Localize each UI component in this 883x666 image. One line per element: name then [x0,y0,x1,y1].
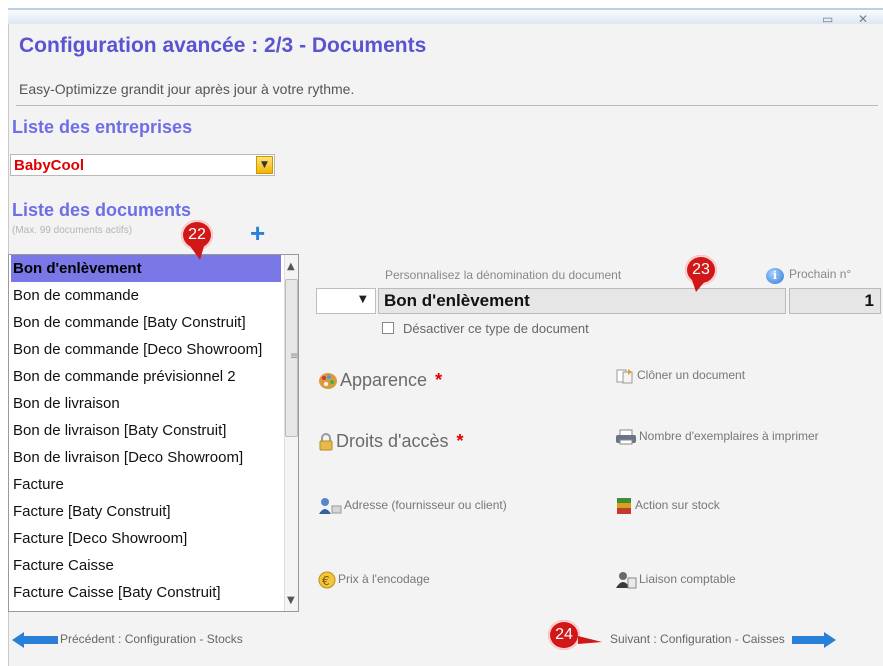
close-button[interactable]: ✕ [858,12,868,26]
clone-icon [616,369,633,384]
list-item[interactable]: Facture [Deco Showroom] [13,525,277,552]
list-item[interactable]: Facture Caisse [Baty Construit] [13,579,277,606]
document-type-select[interactable]: ▼ [316,288,376,314]
print-copies-label: Nombre d'exemplaires à imprimer [639,429,819,444]
callout-pointer [578,636,602,644]
chevron-down-icon[interactable]: ▼ [256,156,273,174]
add-document-button[interactable]: + [250,220,265,246]
price-encoding-option[interactable]: € Prix à l'encodage [318,571,430,589]
list-item[interactable]: Bon de livraison [13,390,277,417]
documents-max-note: (Max. 99 documents actifs) [12,225,133,236]
appearance-option[interactable]: Apparence * [318,370,442,391]
lock-icon [319,433,333,451]
clone-document-option[interactable]: Clôner un document [615,368,745,384]
scroll-down-icon[interactable]: ▼ [287,595,295,606]
list-item[interactable]: Bon de livraison [Baty Construit] [13,417,277,444]
minimize-button[interactable]: ▭ [822,12,833,26]
name-caption: Personnalisez la dénomination du documen… [385,268,622,282]
info-icon[interactable]: i [766,268,784,284]
companies-heading: Liste des entreprises [12,117,193,137]
next-number-caption: Prochain n° [789,267,852,281]
stock-action-label: Action sur stock [635,498,720,513]
chevron-down-icon[interactable]: ▼ [359,294,367,305]
stock-icon [617,498,631,514]
list-item[interactable]: Bon de commande prévisionnel 2 [13,363,277,390]
callout-pointer [692,280,706,292]
euro-icon: € [318,571,336,589]
address-label: Adresse (fournisseur ou client) [344,498,507,513]
appearance-label: Apparence [340,370,428,390]
deactivate-label: Désactiver ce type de document [403,321,589,336]
accountant-icon [616,572,637,589]
next-button[interactable]: Suivant : Configuration - Caisses [610,632,838,648]
previous-button[interactable]: Précédent : Configuration - Stocks [12,632,243,648]
arrow-left-icon [12,632,58,648]
contact-card-icon [319,498,342,514]
callout-pointer [190,246,204,260]
divider [16,105,878,106]
page-subtitle: Easy-Optimizze grandit jour après jour à… [19,81,355,97]
list-item[interactable]: Bon de commande [Baty Construit] [13,309,277,336]
print-copies-option[interactable]: Nombre d'exemplaires à imprimer [615,429,819,445]
next-label: Suivant : Configuration - Caisses [610,632,785,647]
callout-badge-24: 24 [548,620,580,650]
price-encoding-label: Prix à l'encodage [338,572,430,587]
access-rights-option[interactable]: Droits d'accès * [318,431,464,452]
document-name-field[interactable]: Bon d'enlèvement [378,288,786,314]
list-item[interactable]: Facture [Baty Construit] [13,498,277,525]
arrow-right-icon [792,632,837,648]
page-title: Configuration avancée : 2/3 - Documents [19,34,427,57]
address-option[interactable]: Adresse (fournisseur ou client) [318,497,507,515]
documents-list[interactable]: Bon d'enlèvement Bon de commande Bon de … [8,254,299,612]
deactivate-checkbox[interactable] [382,322,394,334]
list-item[interactable]: Bon de livraison [Deco Showroom] [13,444,277,471]
window-top-bar [8,8,883,24]
list-item[interactable]: Bon de commande [Deco Showroom] [13,336,277,363]
palette-icon [319,373,337,390]
accounting-link-option[interactable]: Liaison comptable [615,571,736,589]
clone-document-label: Clôner un document [637,368,746,383]
accounting-link-label: Liaison comptable [639,572,736,587]
company-select-value: BabyCool [14,157,85,174]
printer-icon [616,429,636,445]
list-item[interactable]: Bon de commande [13,282,277,309]
list-item[interactable]: Facture [13,471,277,498]
company-select[interactable]: BabyCool ▼ [10,154,275,176]
documents-heading: Liste des documents [12,200,192,220]
list-item[interactable]: Bon d'enlèvement [11,255,281,282]
stock-action-option[interactable]: Action sur stock [615,497,720,515]
list-item[interactable]: Facture Caisse [13,552,277,579]
grip-icon: ≡ [290,351,299,362]
next-number-field[interactable]: 1 [789,288,881,314]
required-mark: * [456,431,464,451]
required-mark: * [435,370,443,390]
access-rights-label: Droits d'accès [336,431,449,451]
previous-label: Précédent : Configuration - Stocks [60,632,243,647]
scroll-up-icon[interactable]: ▲ [287,261,295,272]
svg-text:€: € [322,574,330,588]
